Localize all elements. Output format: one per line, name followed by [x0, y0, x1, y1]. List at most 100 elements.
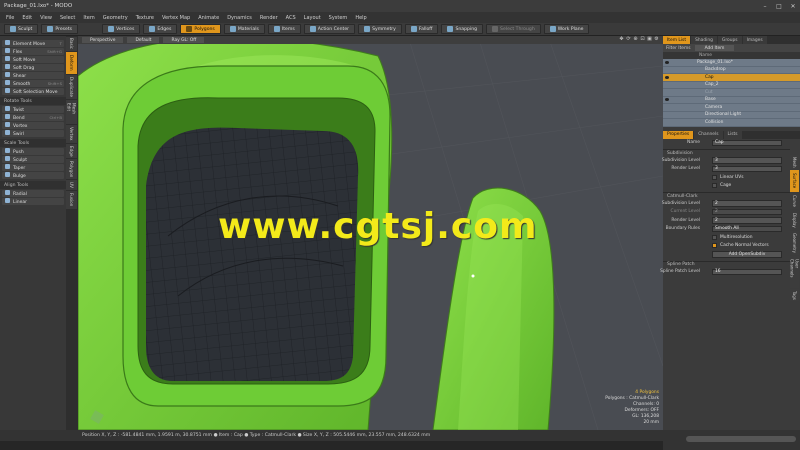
list-item[interactable]: Camera [663, 104, 800, 112]
list-item[interactable]: Collision [663, 119, 800, 127]
menu-select[interactable]: Select [60, 15, 75, 21]
spline-level-field[interactable]: 16 [712, 268, 782, 275]
menu-render[interactable]: Render [260, 15, 278, 21]
menu-edit[interactable]: Edit [22, 15, 32, 21]
cage-checkbox[interactable] [712, 183, 717, 189]
viewport-settings-icon[interactable]: ⚙ [654, 37, 659, 42]
move-view-icon[interactable]: ✥ [619, 37, 624, 42]
rotate-tools-header[interactable]: Rotate Tools [0, 97, 66, 105]
render-level-field[interactable]: 3 [712, 165, 782, 172]
tool-smooth[interactable]: Smooth Shift+S [2, 80, 64, 87]
menu-texture[interactable]: Texture [136, 15, 154, 21]
close-button[interactable]: ✕ [786, 0, 800, 12]
tool-push[interactable]: Push [2, 148, 64, 155]
work-plane-button[interactable]: Work Plane [543, 24, 590, 34]
linear-uvs-checkbox[interactable] [712, 174, 717, 180]
tool-soft-drag[interactable]: Soft Drag [2, 64, 64, 71]
spline-patch-section[interactable]: Spline Patch [663, 260, 790, 268]
sculpt-button[interactable]: Sculpt [4, 24, 39, 34]
list-item[interactable]: Cap [663, 74, 800, 82]
cache-normal-checkbox[interactable] [712, 243, 717, 249]
subdivision-level-field[interactable]: 3 [712, 157, 782, 164]
list-item[interactable]: Base [663, 96, 800, 104]
menu-layout[interactable]: Layout [304, 15, 321, 21]
action-center-button[interactable]: Action Center [303, 24, 356, 34]
tool-linear[interactable]: Linear [2, 198, 64, 205]
tab-groups[interactable]: Groups [717, 36, 742, 44]
tool-bend[interactable]: Bend Ctrl+B [2, 114, 64, 121]
menu-acs[interactable]: ACS [286, 15, 296, 21]
tool-element-move[interactable]: Element Move T [2, 40, 64, 47]
menu-system[interactable]: System [329, 15, 348, 21]
menu-geometry[interactable]: Geometry [103, 15, 128, 21]
align-tools-header[interactable]: Align Tools [0, 181, 66, 189]
items-mode-button[interactable]: Items [267, 24, 301, 34]
add-opensubdiv-button[interactable]: Add OpenSubdiv [712, 251, 782, 258]
boundary-rules-dropdown[interactable]: Smooth All [712, 225, 782, 232]
tool-bulge[interactable]: Bulge [2, 172, 64, 179]
cc-subdivision-field[interactable]: 2 [712, 200, 782, 207]
tool-sculpt[interactable]: Sculpt [2, 156, 64, 163]
tool-shear[interactable]: Shear [2, 72, 64, 79]
vtab-vertex[interactable]: Vertex [66, 125, 77, 143]
vtab-fusion[interactable]: Fusion [66, 191, 77, 209]
fit-view-icon[interactable]: ⊡ [640, 37, 645, 42]
filter-items-label[interactable]: Filter Items [666, 46, 691, 51]
tool-soft-move[interactable]: Soft Move [2, 56, 64, 63]
symmetry-button[interactable]: Symmetry [358, 24, 402, 34]
tool-soft-selection-move[interactable]: Soft Selection Move [2, 88, 64, 95]
rvtab-user-channels[interactable]: User Channels [790, 256, 800, 288]
snapping-button[interactable]: Snapping [441, 24, 484, 34]
zoom-view-icon[interactable]: ⊕ [633, 37, 638, 42]
menu-dynamics[interactable]: Dynamics [227, 15, 252, 21]
ray-gl-toggle[interactable]: Ray GL: Off [163, 37, 205, 43]
rotate-view-icon[interactable]: ⟳ [626, 37, 631, 42]
tool-swirl[interactable]: Swirl [2, 130, 64, 137]
minimize-button[interactable]: – [758, 0, 772, 12]
catmull-clark-section[interactable]: Catmull-Clark [663, 192, 790, 199]
tool-vortex[interactable]: Vortex [2, 122, 64, 129]
presets-button[interactable]: Presets [41, 24, 79, 34]
menu-file[interactable]: File [6, 15, 14, 21]
list-item[interactable]: Package_01.lxo* [663, 59, 800, 67]
rvtab-display[interactable]: Display [790, 210, 799, 230]
select-through-button[interactable]: Select Through [486, 24, 541, 34]
visibility-icon[interactable] [665, 75, 669, 79]
menu-view[interactable]: View [40, 15, 52, 21]
materials-mode-button[interactable]: Materials [223, 24, 265, 34]
menu-item[interactable]: Item [83, 15, 94, 21]
tool-twist[interactable]: Twist [2, 106, 64, 113]
maximize-view-icon[interactable]: ▣ [647, 37, 652, 42]
list-item[interactable]: Cap_2 [663, 81, 800, 89]
visibility-icon[interactable] [665, 98, 669, 102]
shading-dropdown[interactable]: Default [127, 37, 160, 43]
tab-item-list[interactable]: Item List [663, 36, 691, 44]
vtab-duplicate[interactable]: Duplicate [66, 75, 77, 99]
subdivision-section[interactable]: Subdivision [663, 149, 790, 156]
vtab-uv[interactable]: UV [66, 180, 77, 190]
list-item[interactable]: Directional Light [663, 111, 800, 119]
rvtab-curve[interactable]: Curve [790, 193, 799, 209]
command-search-field[interactable] [686, 436, 796, 442]
falloff-button[interactable]: Falloff [404, 24, 439, 34]
polygons-mode-button[interactable]: Polygons [180, 24, 221, 34]
tab-images[interactable]: Images [742, 36, 767, 44]
visibility-icon[interactable] [665, 60, 669, 64]
rvtab-surface[interactable]: Surface [790, 170, 799, 192]
tool-taper[interactable]: Taper [2, 164, 64, 171]
vtab-edge[interactable]: Edge [66, 144, 77, 158]
multiresolution-checkbox[interactable] [712, 234, 717, 240]
vtab-mesh-edit[interactable]: Mesh Edit [66, 100, 77, 124]
tab-channels[interactable]: Channels [694, 130, 723, 139]
menu-help[interactable]: Help [355, 15, 366, 21]
edges-mode-button[interactable]: Edges [143, 24, 178, 34]
tab-properties[interactable]: Properties [663, 130, 694, 139]
menu-animate[interactable]: Animate [198, 15, 219, 21]
maximize-button[interactable]: □ [772, 0, 786, 12]
scale-tools-header[interactable]: Scale Tools [0, 139, 66, 147]
rvtab-geometry[interactable]: Geometry [790, 231, 799, 255]
tab-shading[interactable]: Shading [691, 36, 717, 44]
cc-render-field[interactable]: 2 [712, 217, 782, 224]
add-item-button[interactable]: Add Item [694, 45, 735, 51]
tool-flex[interactable]: Flex Shift+G [2, 48, 64, 55]
